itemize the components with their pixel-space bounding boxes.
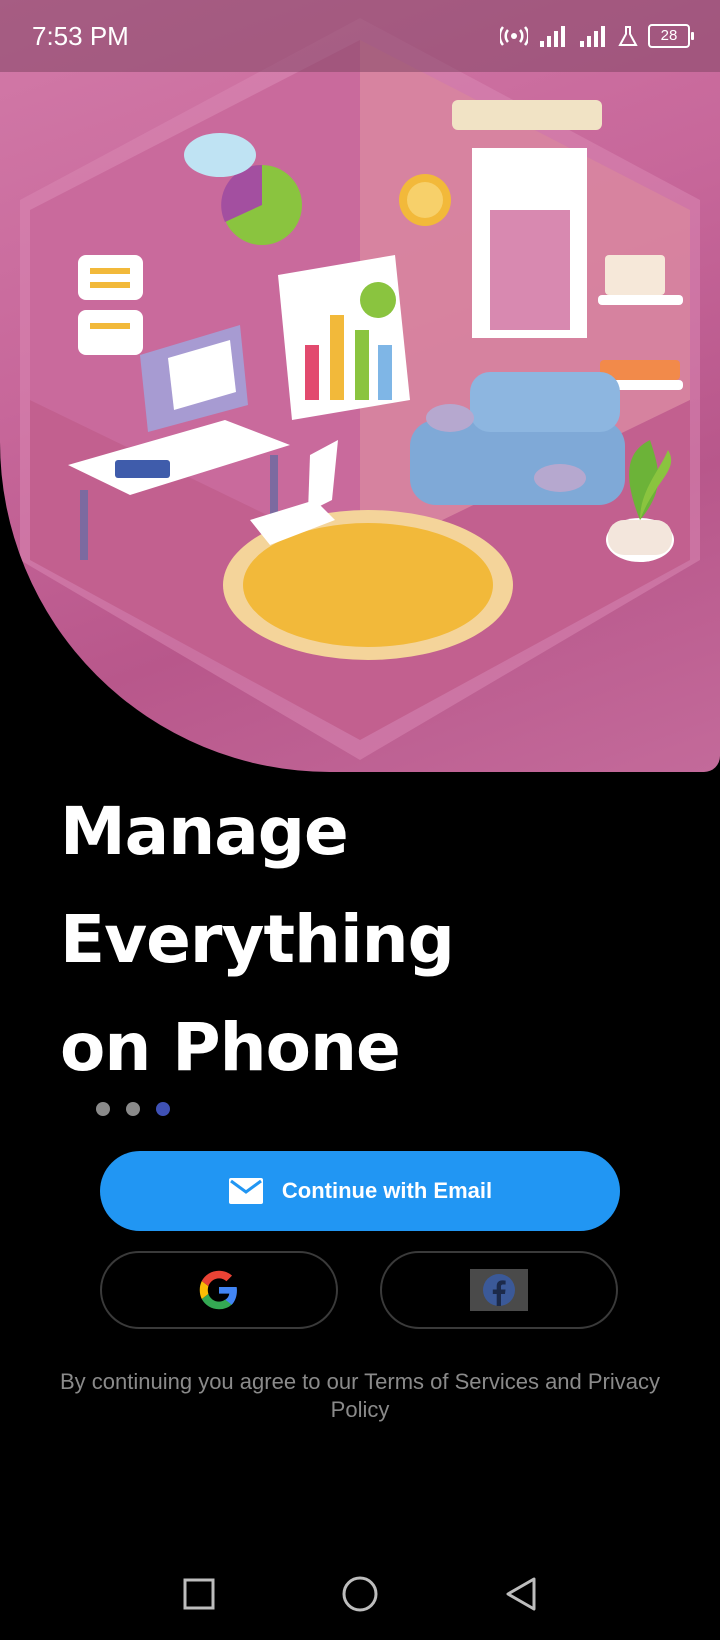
home-icon[interactable] [341,1575,379,1613]
onboarding-headline: Manage Everything on Phone [60,778,680,1102]
page-dot-3-active[interactable] [156,1102,170,1116]
status-time: 7:53 PM [32,20,129,51]
continue-with-email-label: Continue with Email [281,1178,493,1203]
google-sign-in-button[interactable] [100,1251,338,1329]
continue-with-email-button[interactable]: Continue with Email [100,1151,620,1231]
headline-line-3: on Phone [60,1009,401,1086]
status-bar: 7:53 PM 28 [0,0,720,72]
email-icon [228,1178,263,1204]
google-icon [199,1270,237,1310]
headline-line-1: Manage [60,793,349,870]
flask-icon [618,26,638,46]
terms-text: By continuing you agree to our Terms of … [60,1369,661,1422]
page-dot-2[interactable] [126,1102,140,1116]
hotspot-icon [500,26,528,46]
headline-line-2: Everything [60,901,455,978]
facebook-icon-box [470,1269,528,1311]
status-icons: 28 [500,24,694,48]
system-navigation-bar [0,1548,720,1640]
signal-icon [540,26,565,47]
page-indicator [96,1102,170,1116]
room-illustration [20,18,700,760]
hero-illustration [0,0,720,772]
recent-apps-icon[interactable] [182,1577,216,1611]
facebook-sign-in-button[interactable] [380,1251,618,1329]
facebook-icon [483,1274,515,1306]
back-icon[interactable] [504,1576,538,1612]
battery-icon: 28 [648,24,694,48]
page-dot-1[interactable] [96,1102,110,1116]
signal-icon-2 [580,26,605,47]
